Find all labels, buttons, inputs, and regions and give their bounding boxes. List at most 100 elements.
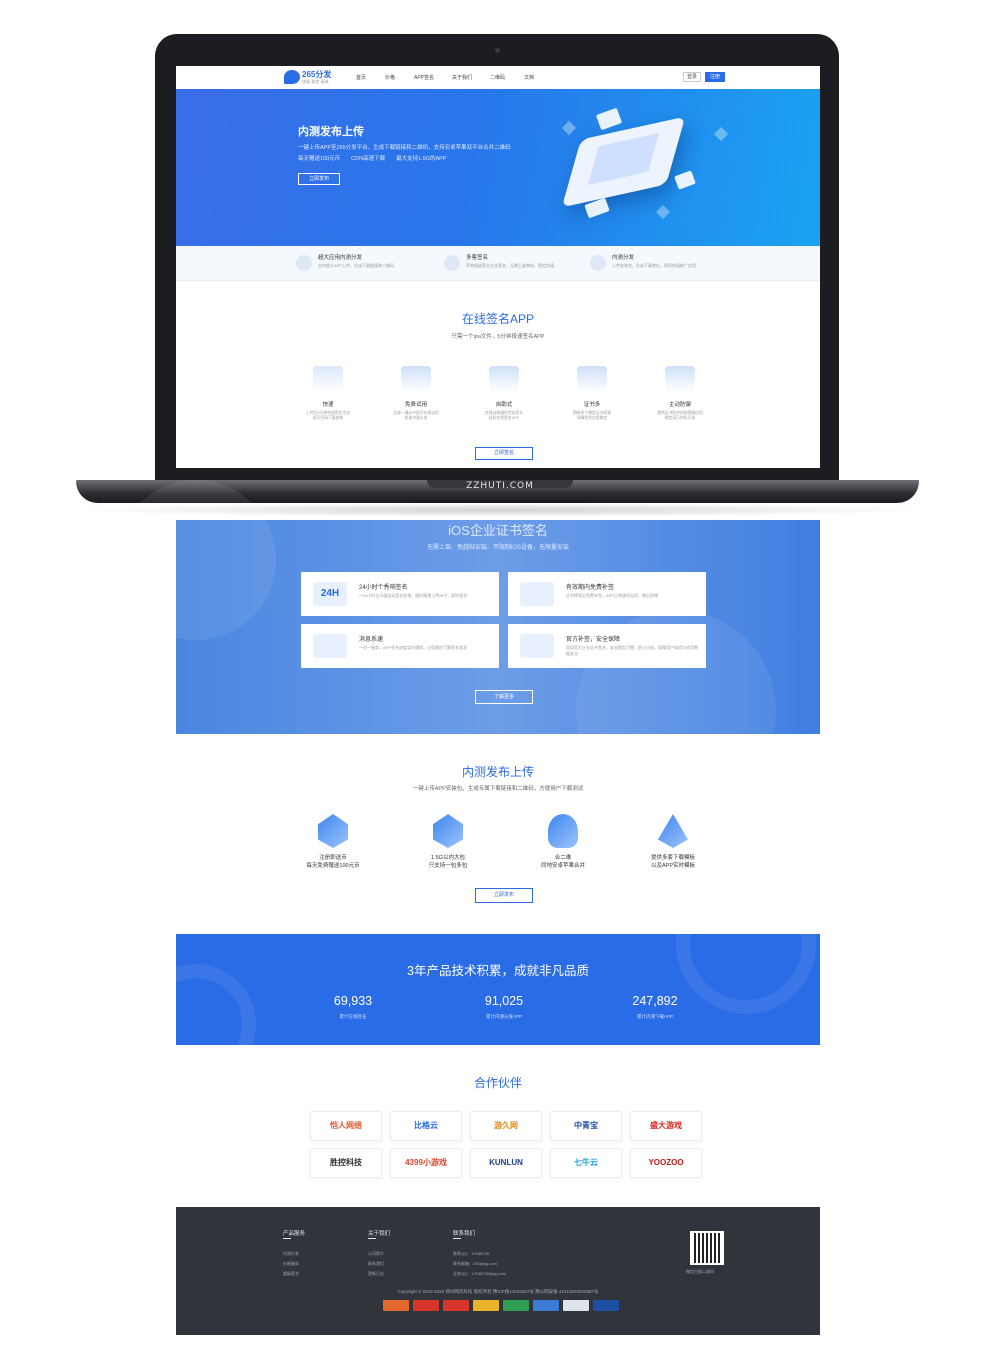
partner-logo[interactable]: YOOZOO — [630, 1148, 702, 1178]
trust-badge-icon[interactable] — [383, 1300, 409, 1311]
register-button[interactable]: 注册 — [705, 72, 725, 82]
publish-now-button[interactable]: 立即发布 — [475, 888, 533, 903]
trust-badge-icon[interactable] — [533, 1300, 559, 1311]
online-sign-title: 在线签名APP — [461, 312, 534, 326]
hero-line-1: 一键上传APP至265分发平台，生成下载链接和二维码，支持安卓苹果双平台合并二维… — [298, 145, 511, 151]
nav-item-docs[interactable]: 文档 — [524, 74, 534, 81]
nav-item-qrcode[interactable]: 二维码 — [490, 74, 505, 81]
feature-desc: 苹果超级签名企业签名，无需上架审核，稳定快速 — [466, 263, 554, 268]
sign-feature-item: 证书多 拥有多个稳定证书资源 保障您的应用稳定 — [560, 366, 624, 421]
upload-item-line2: 只支持一包多包 — [428, 863, 468, 869]
nav-item-app-sign[interactable]: APP签名 — [414, 74, 434, 81]
ios-title: iOS企业证书签名 — [448, 523, 548, 538]
upload-item-line2: 以及APP实时模板 — [650, 863, 695, 869]
partner-logo[interactable]: 胜控科技 — [310, 1148, 382, 1178]
stat-value: 91,025 — [484, 994, 524, 1008]
feature-item[interactable]: 多客签名 苹果超级签名企业签名，无需上架审核，稳定快速 — [444, 253, 584, 275]
nav-item-price[interactable]: 价格 — [385, 74, 395, 81]
partner-logo[interactable]: 比格云 — [390, 1111, 462, 1141]
footer-link[interactable]: 联系我们 — [368, 1261, 384, 1267]
upload-item-line1: 1.5G以内大包 — [431, 855, 465, 861]
sign-now-button[interactable]: 立即签名 — [475, 447, 533, 460]
floating-card-icon — [595, 107, 623, 131]
ios-card-desc: 一对一服务，APP签名进度实时通知，让您随时了解签名状态 — [359, 645, 468, 650]
shield-icon — [665, 366, 695, 392]
upload-section: 内测发布上传 一键上传APP安装包，生成专属下载链接和二维码，方便用户下载测试 … — [176, 734, 820, 934]
document-icon — [444, 255, 460, 271]
footer-link[interactable]: 超级签名 — [283, 1271, 299, 1277]
trust-badge-icon[interactable] — [503, 1300, 529, 1311]
ios-card-title: 消息系速 — [359, 637, 384, 643]
package-icon — [433, 814, 463, 848]
ios-subtitle: 无需上架、免越狱安装、不限制iOS设备，无限量安装 — [426, 545, 569, 551]
trust-badge-icon[interactable] — [413, 1300, 439, 1311]
partner-logo[interactable]: 4399小游戏 — [390, 1148, 462, 1178]
decor-cube — [655, 204, 671, 220]
partners-title: 合作伙伴 — [473, 1076, 522, 1090]
footer-link[interactable]: 内测分发 — [283, 1251, 299, 1257]
layers-icon — [296, 255, 312, 271]
sign-feature-desc: 拥有多个稳定证书资源 保障您的应用稳定 — [573, 411, 611, 420]
upload-item: 合二维 同地安卓苹果合并 — [518, 814, 608, 870]
ios-card-title: 有效期内免费补签 — [566, 585, 615, 591]
ios-card: 有效期内免费补签 证书掉签后免费补签，APP正常使用无忧，售后保障 — [508, 572, 706, 616]
footer-contact: 联系邮箱：265@qq.com — [453, 1261, 497, 1266]
ios-card-title: 24小时个秀响签名 — [359, 585, 408, 591]
partner-logo[interactable]: 恺人网络 — [310, 1111, 382, 1141]
partner-logo[interactable]: KUNLUN — [470, 1148, 542, 1178]
partner-logo[interactable]: 中青宝 — [550, 1111, 622, 1141]
partner-logo[interactable]: 七牛云 — [550, 1148, 622, 1178]
merge-qrcode-icon — [548, 814, 578, 848]
login-button[interactable]: 登录 — [683, 72, 701, 82]
learn-more-button[interactable]: 了解更多 — [475, 690, 533, 704]
qrcode-label: 微信扫描二维码 — [686, 1269, 714, 1274]
trust-badge-icon[interactable] — [593, 1300, 619, 1311]
sign-feature-title: 证书多 — [583, 402, 601, 408]
footer-divider — [368, 1238, 376, 1239]
page: { "device": {"brand": "ZZHUTI.COM"}, "na… — [0, 0, 1000, 1358]
sign-feature-desc: 注册一键APP即可在线试用 实现内测分发 — [393, 411, 439, 420]
upload-item: 1.5G以内大包 只支持一包多包 — [403, 814, 493, 870]
feature-title: 多客签名 — [466, 255, 489, 261]
nav-item-about[interactable]: 关于我们 — [452, 74, 472, 81]
stats-section: 3年产品技术积累，成就非凡品质 69,933 累计在线签名 91,025 累计内… — [176, 934, 820, 1045]
box-icon — [318, 814, 348, 848]
ios-card-desc: 证书掉签后免费补签，APP正常使用无忧，售后保障 — [566, 593, 659, 598]
24h-icon: 24H — [313, 582, 347, 606]
footer-contact: 联系QQ：17048739 — [453, 1251, 490, 1256]
hero-publish-button[interactable]: 立即发布 — [298, 173, 340, 185]
partner-logo[interactable]: 游久网 — [470, 1111, 542, 1141]
footer-divider — [283, 1238, 291, 1239]
trust-badge-icon[interactable] — [563, 1300, 589, 1311]
footer-contact: 业务QQ：17048739@qq.com — [453, 1271, 507, 1276]
free-icon — [401, 366, 431, 392]
feature-title: 内测分发 — [612, 255, 635, 261]
footer-col-title: 产品服务 — [283, 1231, 306, 1237]
feature-item[interactable]: 内测分发 上传安装包，生成下载地址，帮您快速推广应用 — [590, 253, 730, 275]
camera-icon — [495, 48, 500, 53]
trust-badge-icon[interactable] — [473, 1300, 499, 1311]
partner-logo[interactable]: 盛大游戏 — [630, 1111, 702, 1141]
sign-feature-title: 快速 — [322, 402, 334, 408]
footer-col-title: 联系我们 — [453, 1231, 476, 1237]
logo-icon[interactable] — [284, 70, 300, 84]
nav-item-home[interactable]: 首页 — [356, 74, 366, 81]
sign-feature-title: 免费试用 — [404, 402, 427, 408]
safety-icon — [520, 634, 554, 658]
trust-badge-icon[interactable] — [443, 1300, 469, 1311]
hero-banner: 内测发布上传 一键上传APP至265分发平台，生成下载链接和二维码，支持安卓苹果… — [176, 89, 820, 248]
sign-feature-title: 主动防御 — [668, 402, 691, 408]
self-service-icon — [489, 366, 519, 392]
sign-feature-desc: 在线自助操作完成签名 轻松在线签名APP — [485, 411, 523, 420]
sign-feature-item: 快速 上传后5分钟完成签名生成 即可扫码下载安装 — [296, 366, 360, 421]
footer-link[interactable]: 公司简介 — [368, 1251, 384, 1257]
stat-label: 累计内测下载APP — [636, 1014, 673, 1019]
footer-divider — [453, 1238, 461, 1239]
ios-card: 24H 24小时个秀响签名 7*24小时全天候自动签名处理，随时随地上传APP，… — [301, 572, 499, 616]
footer-link[interactable]: 更新日志 — [368, 1271, 384, 1277]
decor-cube — [713, 126, 729, 142]
ios-card-desc: 采用官方企业证书签名，安全稳定可靠，防止闪退，保障用户体验与应用数据安全 — [566, 645, 698, 656]
message-icon — [313, 634, 347, 658]
footer-link[interactable]: 价格服务 — [283, 1261, 299, 1267]
feature-item[interactable]: 超大应用内测分发 支持超大APP上传，生成下载链接和二维码 — [296, 253, 436, 275]
